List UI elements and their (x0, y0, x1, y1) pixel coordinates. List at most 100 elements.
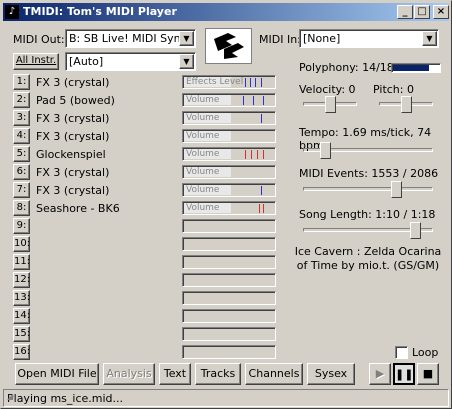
stop-button[interactable]: ■ (417, 363, 439, 385)
meter-label: Volume (186, 149, 220, 159)
channel-button-3[interactable]: 3: (13, 110, 30, 126)
channel-instrument-6: FX 3 (crystal) (36, 166, 110, 179)
channels-button[interactable]: Channels (245, 363, 303, 385)
channel-button-8[interactable]: 8: (13, 200, 30, 216)
text-button[interactable]: Text (159, 363, 191, 385)
tracks-button[interactable]: Tracks (195, 363, 241, 385)
channel-meter-3[interactable]: Volume (182, 111, 276, 125)
meter-label: Volume (186, 131, 220, 141)
level-tick (251, 150, 252, 159)
channel-instrument-4: FX 3 (crystal) (36, 130, 110, 143)
instrument-select[interactable]: [Auto] ▼ (65, 52, 196, 71)
channel-meter-16[interactable] (182, 345, 276, 359)
maximize-button[interactable]: □ (414, 5, 430, 19)
channel-button-9[interactable]: 9: (13, 218, 30, 234)
polyphony-label: Polyphony: 14/18 (299, 61, 394, 74)
gs-logo (205, 28, 252, 64)
velocity-slider[interactable] (325, 96, 336, 113)
midi-events-track (303, 187, 433, 191)
channel-meter-7[interactable]: Volume (182, 183, 276, 197)
channel-meter-4[interactable]: Volume (182, 129, 276, 143)
pause-icon: ❚❚ (395, 368, 414, 381)
title-bar[interactable]: ♪ TMIDI: Tom's MIDI Player _ □ × (3, 3, 449, 21)
minimize-button[interactable]: _ (397, 5, 413, 19)
instrument-value: [Auto] (69, 55, 104, 68)
channel-instrument-3: FX 3 (crystal) (36, 112, 110, 125)
meter-label: Volume (186, 167, 220, 177)
channel-button-1[interactable]: 1: (13, 74, 30, 90)
channel-button-10[interactable]: 10: (13, 236, 30, 252)
status-text: Playing ms_ice.mid... (7, 392, 124, 405)
pitch-slider[interactable] (401, 96, 412, 113)
note-icon: ♪ (5, 5, 19, 19)
channel-meter-11[interactable] (182, 255, 276, 269)
polyphony-bar (391, 63, 441, 73)
level-tick (250, 78, 251, 87)
level-tick (261, 78, 262, 87)
resize-grip-icon[interactable]: ◢ (7, 392, 19, 404)
level-tick (245, 78, 246, 87)
channel-button-4[interactable]: 4: (13, 128, 30, 144)
level-tick (255, 78, 256, 87)
chevron-down-icon[interactable]: ▼ (179, 31, 194, 46)
meter-label: Volume (186, 113, 220, 123)
level-tick (243, 96, 244, 105)
channel-meter-15[interactable] (182, 327, 276, 341)
channel-instrument-7: FX 3 (crystal) (36, 184, 110, 197)
channel-button-6[interactable]: 6: (13, 164, 30, 180)
level-tick (263, 150, 264, 159)
midi-in-select[interactable]: [None] ▼ (299, 29, 439, 48)
song-length-label: Song Length: 1:10 / 1:18 (299, 208, 436, 221)
midi-out-select[interactable]: B: SB Live! MIDI Synth ▼ (65, 29, 196, 48)
channel-instrument-5: Glockenspiel (36, 148, 106, 161)
channel-meter-5[interactable]: Volume (182, 147, 276, 161)
open-midi-file-button[interactable]: Open MIDI File (15, 363, 99, 385)
channel-button-11[interactable]: 11: (13, 254, 30, 270)
analysis-button[interactable]: Analysis (103, 363, 155, 385)
loop-checkbox[interactable] (395, 346, 408, 359)
channel-button-15[interactable]: 15: (13, 326, 30, 342)
level-tick (253, 96, 254, 105)
channel-button-12[interactable]: 12: (13, 272, 30, 288)
channel-meter-10[interactable] (182, 237, 276, 251)
chevron-down-icon[interactable]: ▼ (179, 54, 194, 69)
tmidi-window: ♪ TMIDI: Tom's MIDI Player _ □ × MIDI Ou… (0, 0, 452, 409)
midi-events-label: MIDI Events: 1553 / 2086 (299, 167, 439, 180)
channel-button-14[interactable]: 14: (13, 308, 30, 324)
level-tick (263, 96, 264, 105)
level-tick (263, 204, 264, 213)
channel-meter-12[interactable] (182, 273, 276, 287)
channel-meter-2[interactable]: Volume (182, 93, 276, 107)
channel-meter-8[interactable]: Volume (182, 201, 276, 215)
channel-meter-9[interactable] (182, 219, 276, 233)
sysex-button[interactable]: Sysex (307, 363, 355, 385)
midi-events-slider[interactable] (391, 181, 402, 198)
channel-meter-6[interactable]: Volume (182, 165, 276, 179)
midi-out-value: B: SB Live! MIDI Synth (69, 32, 192, 45)
channel-meter-1[interactable]: Effects Level (182, 75, 276, 89)
play-button[interactable]: ▶ (369, 363, 391, 385)
channel-button-5[interactable]: 5: (13, 146, 30, 162)
channel-button-7[interactable]: 7: (13, 182, 30, 198)
chevron-down-icon[interactable]: ▼ (422, 31, 437, 46)
pause-button[interactable]: ❚❚ (393, 363, 415, 385)
level-tick (261, 114, 262, 123)
all-instruments-button[interactable]: All Instr. (13, 53, 59, 70)
channel-button-16[interactable]: 16: (13, 344, 30, 360)
velocity-label: Velocity: 0 (299, 83, 356, 96)
status-bar: Playing ms_ice.mid... ◢ (3, 389, 449, 407)
midi-in-value: [None] (303, 32, 341, 45)
channel-meter-14[interactable] (182, 309, 276, 323)
level-tick (261, 186, 262, 195)
meter-label: Volume (186, 203, 220, 213)
channel-button-13[interactable]: 13: (13, 290, 30, 306)
close-button[interactable]: × (433, 5, 449, 19)
song-length-slider[interactable] (410, 222, 421, 239)
loop-label: Loop (412, 346, 439, 359)
channel-meter-13[interactable] (182, 291, 276, 305)
song-title: Ice Cavern : Zelda Ocarina of Time by mi… (294, 245, 442, 272)
tempo-slider[interactable] (320, 142, 331, 159)
meter-label: Volume (186, 95, 220, 105)
level-tick (259, 204, 260, 213)
channel-button-2[interactable]: 2: (13, 92, 30, 108)
